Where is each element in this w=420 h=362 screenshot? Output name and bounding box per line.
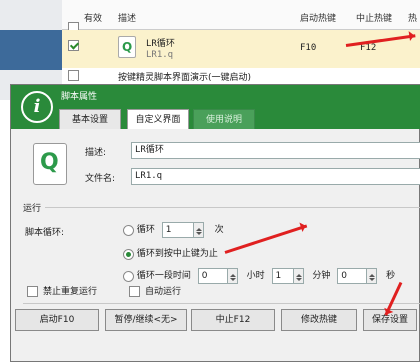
dialog-title: 脚本属性 [61, 92, 98, 102]
script-file-icon: Q [118, 36, 136, 58]
edit-hotkey-button[interactable]: 修改热键 [281, 309, 357, 331]
divider [23, 303, 420, 304]
loop-count-option[interactable]: 循环 1 次 [123, 221, 224, 239]
table-header: 有效 描述 启动热键 中止热键 热 [62, 0, 420, 33]
script-properties-dialog: i 脚本属性 基本设置 自定义界面 使用说明 Q 描述: LR循环 文件名: L… [10, 84, 420, 362]
header-description: 描述 [118, 14, 137, 24]
pause-continue-button[interactable]: 暂停/继续<无> [105, 309, 187, 331]
script-info-section: Q 描述: LR循环 文件名: LR1.q [23, 141, 420, 199]
header-start-hotkey: 启动热键 [300, 14, 337, 24]
seconds-input[interactable]: 0 [337, 268, 368, 284]
no-repeat-checkbox[interactable] [27, 286, 38, 297]
no-repeat-label: 禁止重复运行 [43, 287, 98, 297]
stop-button[interactable]: 中止F12 [191, 309, 275, 331]
seconds-unit: 秒 [386, 271, 396, 281]
loop-count-unit: 次 [214, 225, 224, 235]
tab-custom-interface[interactable]: 自定义界面 [127, 109, 189, 129]
table-row-selected[interactable]: Q LR循环 LR1.q F10 F12 [62, 30, 420, 68]
annotation-arrow [224, 224, 308, 254]
header-extra: 热 [408, 14, 418, 24]
auto-run-label: 自动运行 [145, 287, 182, 297]
row-file: LR1.q [146, 50, 174, 60]
header-stop-hotkey: 中止热键 [356, 14, 393, 24]
minutes-spinner[interactable] [293, 268, 304, 284]
loop-until-stop-label: 循环到按中止键为止 [136, 249, 218, 259]
minutes-input[interactable]: 1 [271, 268, 294, 284]
loop-count-label: 循环 [136, 225, 155, 235]
filename-label: 文件名: [85, 174, 116, 184]
script-file-icon: Q [33, 143, 67, 185]
loop-label: 脚本循环: [25, 228, 65, 238]
run-section-label: 运行 [23, 201, 46, 214]
tab-basic-settings[interactable]: 基本设置 [59, 109, 121, 129]
hours-spinner[interactable] [227, 268, 238, 284]
table-row[interactable]: 按键精灵脚本界面演示(一键启动) [62, 68, 420, 84]
loop-until-stop-option[interactable]: 循环到按中止键为止 [123, 245, 218, 263]
loop-duration-label: 循环一段时间 [136, 271, 191, 281]
auto-run-checkbox[interactable] [129, 286, 140, 297]
filename-input[interactable]: LR1.q [131, 168, 420, 185]
dialog-titlebar: i 脚本属性 基本设置 自定义界面 使用说明 [11, 85, 420, 129]
loop-count-input[interactable]: 1 [161, 222, 194, 238]
description-label: 描述: [85, 148, 107, 158]
header-enabled: 有效 [84, 14, 103, 24]
run-options: 禁止重复运行 自动运行 [23, 283, 420, 301]
seconds-spinner[interactable] [367, 268, 378, 284]
hours-unit: 小时 [246, 271, 265, 281]
info-logo-icon: i [21, 91, 53, 123]
start-button[interactable]: 启动F10 [15, 309, 99, 331]
row-checkbox[interactable] [68, 70, 79, 81]
loop-count-radio[interactable] [123, 224, 134, 236]
loop-duration-radio[interactable] [123, 270, 134, 282]
tab-usage-help[interactable]: 使用说明 [193, 109, 255, 129]
divider [23, 207, 420, 208]
minutes-unit: 分钟 [312, 271, 331, 281]
row-enabled-checkbox[interactable] [68, 40, 79, 51]
row-name: LR循环 [146, 39, 175, 49]
description-input[interactable]: LR循环 [131, 142, 420, 159]
loop-count-spinner[interactable] [193, 222, 204, 238]
row-name: 按键精灵脚本界面演示(一键启动) [118, 73, 252, 83]
loop-until-stop-radio[interactable] [123, 248, 134, 260]
row-start-hotkey: F10 [300, 43, 317, 53]
hours-input[interactable]: 0 [197, 268, 228, 284]
